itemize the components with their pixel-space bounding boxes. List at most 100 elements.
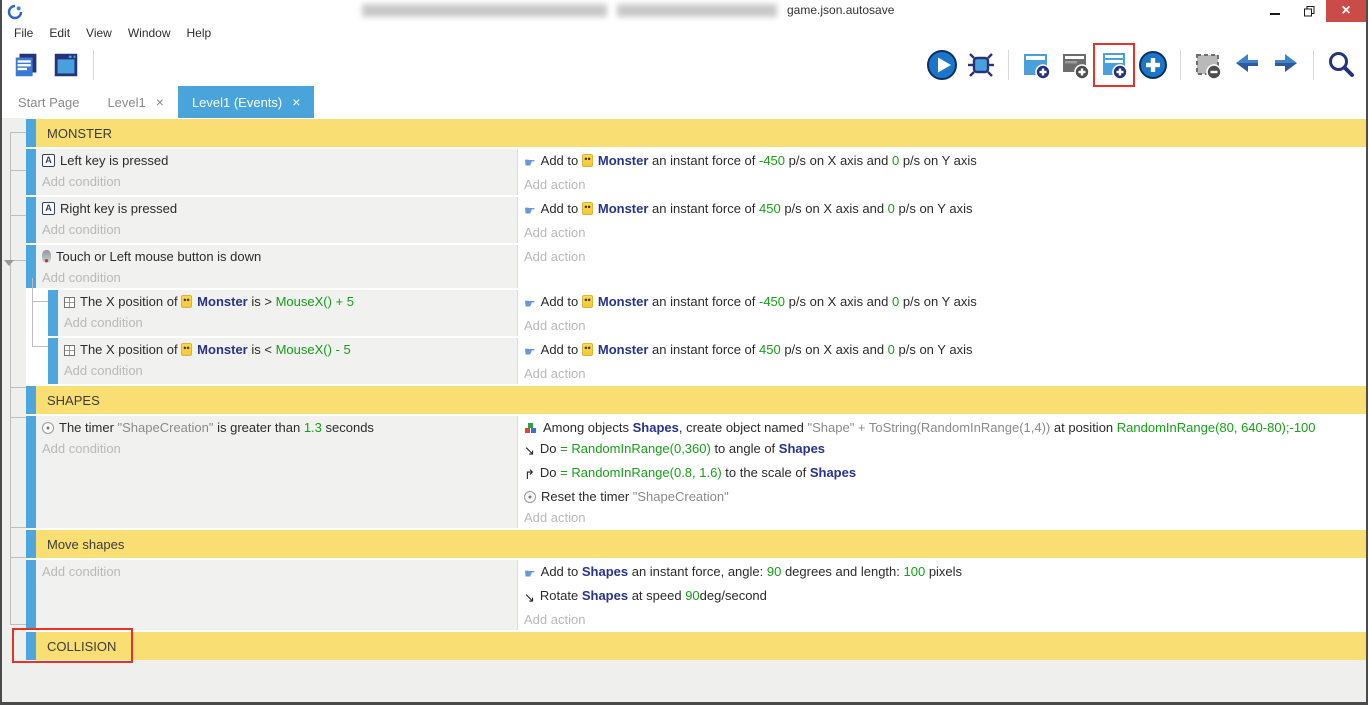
monster-object-icon [582, 295, 593, 308]
add-comment-button[interactable] [1058, 48, 1092, 82]
scene-editor-button[interactable] [49, 48, 83, 82]
add-action-link[interactable]: Add action [518, 174, 1366, 195]
group-title[interactable]: COLLISION [36, 632, 1366, 660]
event-bar[interactable] [26, 632, 36, 660]
add-action-link[interactable]: Add action [518, 222, 1366, 243]
add-condition-link[interactable]: Add condition [36, 219, 517, 240]
group-title[interactable]: Move shapes [36, 530, 1366, 558]
add-action-link[interactable]: Add action [518, 315, 1366, 336]
tree-line [32, 278, 33, 346]
tab-level1-events[interactable]: Level1 (Events) [178, 86, 315, 118]
add-action-link[interactable]: Add action [518, 609, 1366, 630]
event-bar[interactable] [26, 416, 36, 528]
tree-line [32, 346, 48, 347]
menu-window[interactable]: Window [120, 24, 179, 42]
minimize-button[interactable] [1258, 0, 1292, 22]
undo-button[interactable] [1230, 48, 1264, 82]
redo-button[interactable] [1269, 48, 1303, 82]
add-condition-link[interactable]: Add condition [58, 360, 517, 381]
add-condition-link[interactable]: Add condition [36, 267, 517, 288]
action-force-monster-left[interactable]: Add to Monster an instant force of -450 … [518, 150, 1366, 174]
add-condition-link[interactable]: Add condition [58, 312, 517, 333]
close-tab-icon[interactable] [156, 95, 164, 109]
condition-xposition-less[interactable]: The X position of Monster is < MouseX() … [58, 339, 517, 360]
event-bar[interactable] [26, 149, 36, 195]
action-force-monster-right[interactable]: Add to Monster an instant force of 450 p… [518, 339, 1366, 363]
action-random-angle-shapes[interactable]: Do = RandomInRange(0,360) to angle of Sh… [518, 438, 1366, 462]
restore-button[interactable] [1292, 0, 1326, 22]
tab-label: Level1 [107, 95, 145, 110]
action-force-shapes[interactable]: Add to Shapes an instant force, angle: 9… [518, 561, 1366, 585]
menu-help[interactable]: Help [179, 24, 220, 42]
window-title: game.json.autosave [787, 3, 894, 17]
action-reset-timer-shapecreation[interactable]: Reset the timer "ShapeCreation" [518, 486, 1366, 507]
debug-button[interactable] [964, 48, 998, 82]
condition-timer-shapecreation[interactable]: The timer "ShapeCreation" is greater tha… [36, 417, 517, 438]
condition-right-key[interactable]: Right key is pressed [36, 198, 517, 219]
collapse-expander-icon[interactable] [4, 260, 14, 266]
toolbar-separator [93, 50, 94, 80]
group-header-collision[interactable]: COLLISION [26, 632, 1366, 660]
force-hand-icon [524, 563, 536, 585]
redacted-title-block [362, 4, 607, 17]
add-other-event-icon [1137, 49, 1169, 81]
restore-icon [1304, 6, 1315, 17]
event-bar[interactable] [26, 197, 36, 243]
preview-play-button[interactable] [925, 48, 959, 82]
tab-level1[interactable]: Level1 [93, 86, 178, 118]
menu-bar: File Edit View Window Help [2, 22, 1366, 43]
event-bar[interactable] [26, 560, 36, 630]
menu-view[interactable]: View [78, 24, 120, 42]
condition-touch-mouse[interactable]: Touch or Left mouse button is down [36, 246, 517, 267]
action-random-scale-shapes[interactable]: Do = RandomInRange(0.8, 1.6) to the scal… [518, 462, 1366, 486]
toolbar [2, 43, 1366, 86]
tree-line [10, 215, 26, 216]
title-group: game.json.autosave [362, 3, 894, 17]
angle-arrow-icon [524, 587, 535, 609]
event-bar[interactable] [26, 119, 36, 147]
tab-start-page[interactable]: Start Page [4, 86, 93, 118]
menu-edit[interactable]: Edit [41, 24, 78, 42]
timer-icon [524, 491, 536, 503]
action-create-shape-object[interactable]: Among objects Shapes, create object name… [518, 417, 1366, 438]
action-force-monster-right[interactable]: Add to Monster an instant force of 450 p… [518, 198, 1366, 222]
event-bar[interactable] [48, 338, 58, 384]
condition-left-key[interactable]: Left key is pressed [36, 150, 517, 171]
add-condition-link[interactable]: Add condition [36, 438, 517, 459]
group-title[interactable]: SHAPES [36, 386, 1366, 414]
redacted-title-block [617, 4, 777, 17]
event-bar[interactable] [26, 386, 36, 414]
group-header-shapes[interactable]: SHAPES [26, 386, 1366, 414]
add-other-event-button[interactable] [1136, 48, 1170, 82]
add-action-link[interactable]: Add action [518, 363, 1366, 384]
event-bar[interactable] [26, 245, 36, 288]
add-action-link[interactable]: Add action [518, 246, 1366, 267]
open-project-button[interactable] [10, 48, 44, 82]
menu-file[interactable]: File [6, 24, 41, 42]
tree-line [10, 417, 26, 418]
add-event-button[interactable] [1019, 48, 1053, 82]
add-action-link[interactable]: Add action [518, 507, 1366, 528]
close-tab-icon[interactable] [292, 95, 300, 109]
close-button[interactable] [1326, 0, 1366, 22]
monster-object-icon [582, 343, 593, 356]
search-button[interactable] [1324, 48, 1358, 82]
debug-icon [965, 49, 997, 81]
group-title[interactable]: MONSTER [36, 119, 1366, 147]
monster-object-icon [582, 202, 593, 215]
add-condition-link[interactable]: Add condition [36, 171, 517, 192]
delete-event-button[interactable] [1191, 48, 1225, 82]
group-header-monster[interactable]: MONSTER [26, 119, 1366, 147]
add-condition-link[interactable]: Add condition [36, 561, 517, 582]
event-bar[interactable] [26, 530, 36, 558]
tree-line [10, 132, 11, 624]
condition-xposition-greater[interactable]: The X position of Monster is > MouseX() … [58, 291, 517, 312]
angle-arrow-icon [524, 440, 535, 462]
action-rotate-shapes[interactable]: Rotate Shapes at speed 90deg/second [518, 585, 1366, 609]
group-header-move-shapes[interactable]: Move shapes [26, 530, 1366, 558]
action-force-monster-left[interactable]: Add to Monster an instant force of -450 … [518, 291, 1366, 315]
delete-event-icon [1192, 49, 1224, 81]
tree-line [10, 132, 26, 133]
add-subevent-button[interactable] [1097, 48, 1131, 82]
event-bar[interactable] [48, 290, 58, 336]
